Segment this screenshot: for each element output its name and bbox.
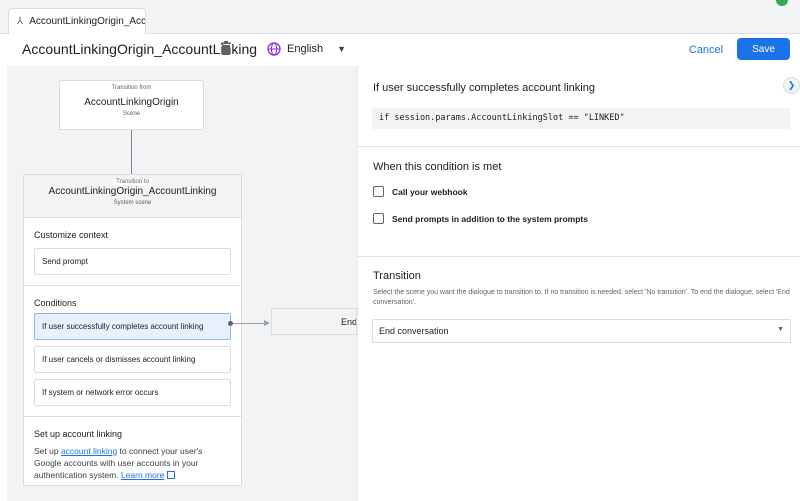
condition-error-item[interactable]: If system or network error occurs bbox=[34, 379, 231, 406]
send-prompt-item[interactable]: Send prompt bbox=[34, 248, 231, 275]
chevron-down-icon: ▼ bbox=[777, 326, 784, 333]
transition-line bbox=[233, 323, 267, 324]
setup-title: Set up account linking bbox=[34, 429, 123, 439]
scene-icon: ⅄ bbox=[17, 16, 24, 27]
account-linking-link[interactable]: account linking bbox=[61, 446, 117, 456]
webhook-checkbox[interactable] bbox=[373, 186, 384, 197]
transition-heading: Transition bbox=[373, 270, 421, 282]
transition-from-caption: Transition from bbox=[108, 85, 155, 91]
transition-to-caption: Transition to bbox=[113, 179, 152, 185]
condition-success-item[interactable]: If user successfully completes account l… bbox=[34, 313, 231, 340]
external-link-icon[interactable] bbox=[167, 471, 176, 479]
prompts-checkbox-label: Send prompts in addition to the system p… bbox=[392, 213, 588, 224]
arrow-right-icon bbox=[264, 320, 270, 326]
webhook-checkbox-row[interactable]: Call your webhook bbox=[373, 186, 468, 197]
status-dot bbox=[776, 0, 788, 6]
flow-canvas: Transition from AccountLinkingOrigin Sce… bbox=[7, 66, 357, 501]
condition-panel: If user successfully completes account l… bbox=[357, 66, 800, 501]
divider bbox=[24, 416, 241, 417]
trash-icon[interactable] bbox=[219, 40, 233, 56]
setup-text-1: Set up bbox=[34, 446, 61, 456]
divider bbox=[358, 146, 800, 147]
browser-tab-strip: ⅄ AccountLinkingOrigin_AccountLinking bbox=[0, 0, 800, 34]
transition-from-node[interactable]: Transition from AccountLinkingOrigin Sce… bbox=[59, 80, 204, 130]
chevron-right-icon: ❯ bbox=[787, 80, 796, 90]
save-button[interactable]: Save bbox=[737, 38, 790, 60]
condition-cancel-item[interactable]: If user cancels or dismisses account lin… bbox=[34, 346, 231, 373]
to-scene-type: System scene bbox=[113, 200, 152, 206]
prompts-checkbox[interactable] bbox=[373, 213, 384, 224]
scene-header: AccountLinkingOrigin_AccountLinking Engl… bbox=[0, 34, 800, 66]
globe-icon bbox=[267, 42, 281, 56]
system-scene-card: Transition to AccountLinkingOrigin_Accou… bbox=[23, 174, 242, 486]
learn-more-link[interactable]: Learn more bbox=[121, 470, 164, 480]
language-selector[interactable]: English ▼ bbox=[259, 37, 349, 61]
customize-context-title: Customize context bbox=[34, 230, 109, 240]
conditions-title: Conditions bbox=[34, 298, 77, 308]
from-scene-type: Scene bbox=[122, 111, 140, 117]
system-scene-header: Transition to AccountLinkingOrigin_Accou… bbox=[24, 175, 241, 218]
language-label: English bbox=[287, 43, 324, 55]
when-met-heading: When this condition is met bbox=[373, 161, 502, 173]
end-conversation-node[interactable]: End conversation bbox=[271, 308, 357, 335]
transition-select[interactable]: End conversation ▼ bbox=[372, 319, 791, 343]
condition-heading: If user successfully completes account l… bbox=[373, 82, 595, 94]
divider bbox=[24, 285, 241, 286]
chevron-down-icon: ▼ bbox=[337, 44, 346, 54]
transition-select-value: End conversation bbox=[379, 326, 449, 336]
prompts-checkbox-row[interactable]: Send prompts in addition to the system p… bbox=[373, 213, 588, 224]
transition-description: Select the scene you want the dialogue t… bbox=[373, 289, 790, 306]
cancel-button[interactable]: Cancel bbox=[680, 39, 732, 61]
divider bbox=[358, 256, 800, 257]
collapse-panel-button[interactable]: ❯ bbox=[783, 77, 800, 94]
from-scene-name: AccountLinkingOrigin bbox=[84, 97, 179, 108]
setup-description: Set up account linking to connect your u… bbox=[34, 445, 231, 481]
webhook-checkbox-label: Call your webhook bbox=[392, 186, 468, 197]
tab-account-linking[interactable]: ⅄ AccountLinkingOrigin_AccountLinking bbox=[8, 8, 146, 34]
condition-expression: if session.params.AccountLinkingSlot == … bbox=[372, 108, 790, 129]
tab-title: AccountLinkingOrigin_AccountLinking bbox=[29, 16, 145, 27]
